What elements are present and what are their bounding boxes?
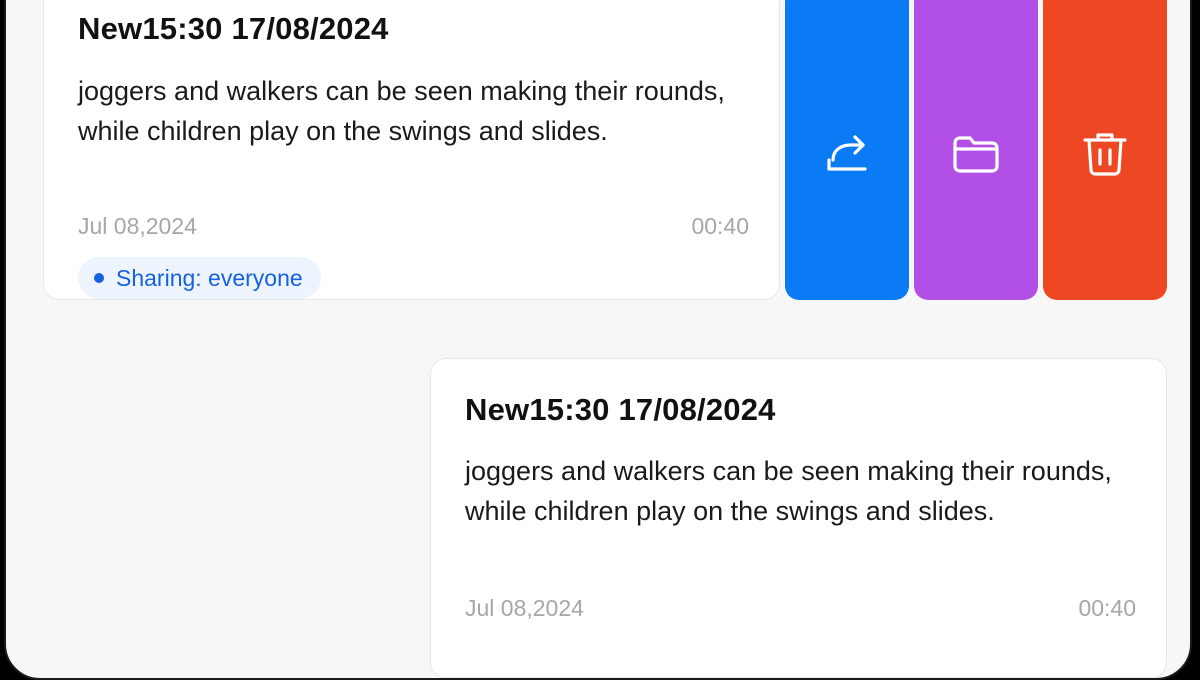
note-duration: 00:40 (1078, 595, 1136, 621)
note-duration: 00:40 (691, 213, 749, 239)
move-to-folder-button[interactable] (914, 0, 1038, 300)
note-card[interactable]: New15:30 17/08/2024 joggers and walkers … (430, 358, 1167, 678)
note-date: Jul 08,2024 (465, 595, 584, 621)
folder-icon (953, 136, 999, 173)
sharing-label: Sharing: everyone (116, 264, 303, 291)
note-card[interactable]: New15:30 17/08/2024 joggers and walkers … (43, 0, 780, 300)
sharing-badge[interactable]: Sharing: everyone (78, 257, 321, 299)
note-title: New15:30 17/08/2024 (465, 392, 776, 427)
trash-icon (1083, 133, 1127, 176)
share-button[interactable] (785, 0, 909, 300)
note-date: Jul 08,2024 (78, 213, 197, 239)
note-body: joggers and walkers can be seen making t… (78, 76, 725, 146)
note-body: joggers and walkers can be seen making t… (465, 456, 1112, 526)
app-screen: New15:30 17/08/2024 joggers and walkers … (4, 0, 1192, 680)
status-dot-icon (94, 273, 104, 283)
delete-button[interactable] (1043, 0, 1167, 300)
note-title: New15:30 17/08/2024 (78, 11, 389, 46)
share-arrow-icon (827, 135, 867, 171)
